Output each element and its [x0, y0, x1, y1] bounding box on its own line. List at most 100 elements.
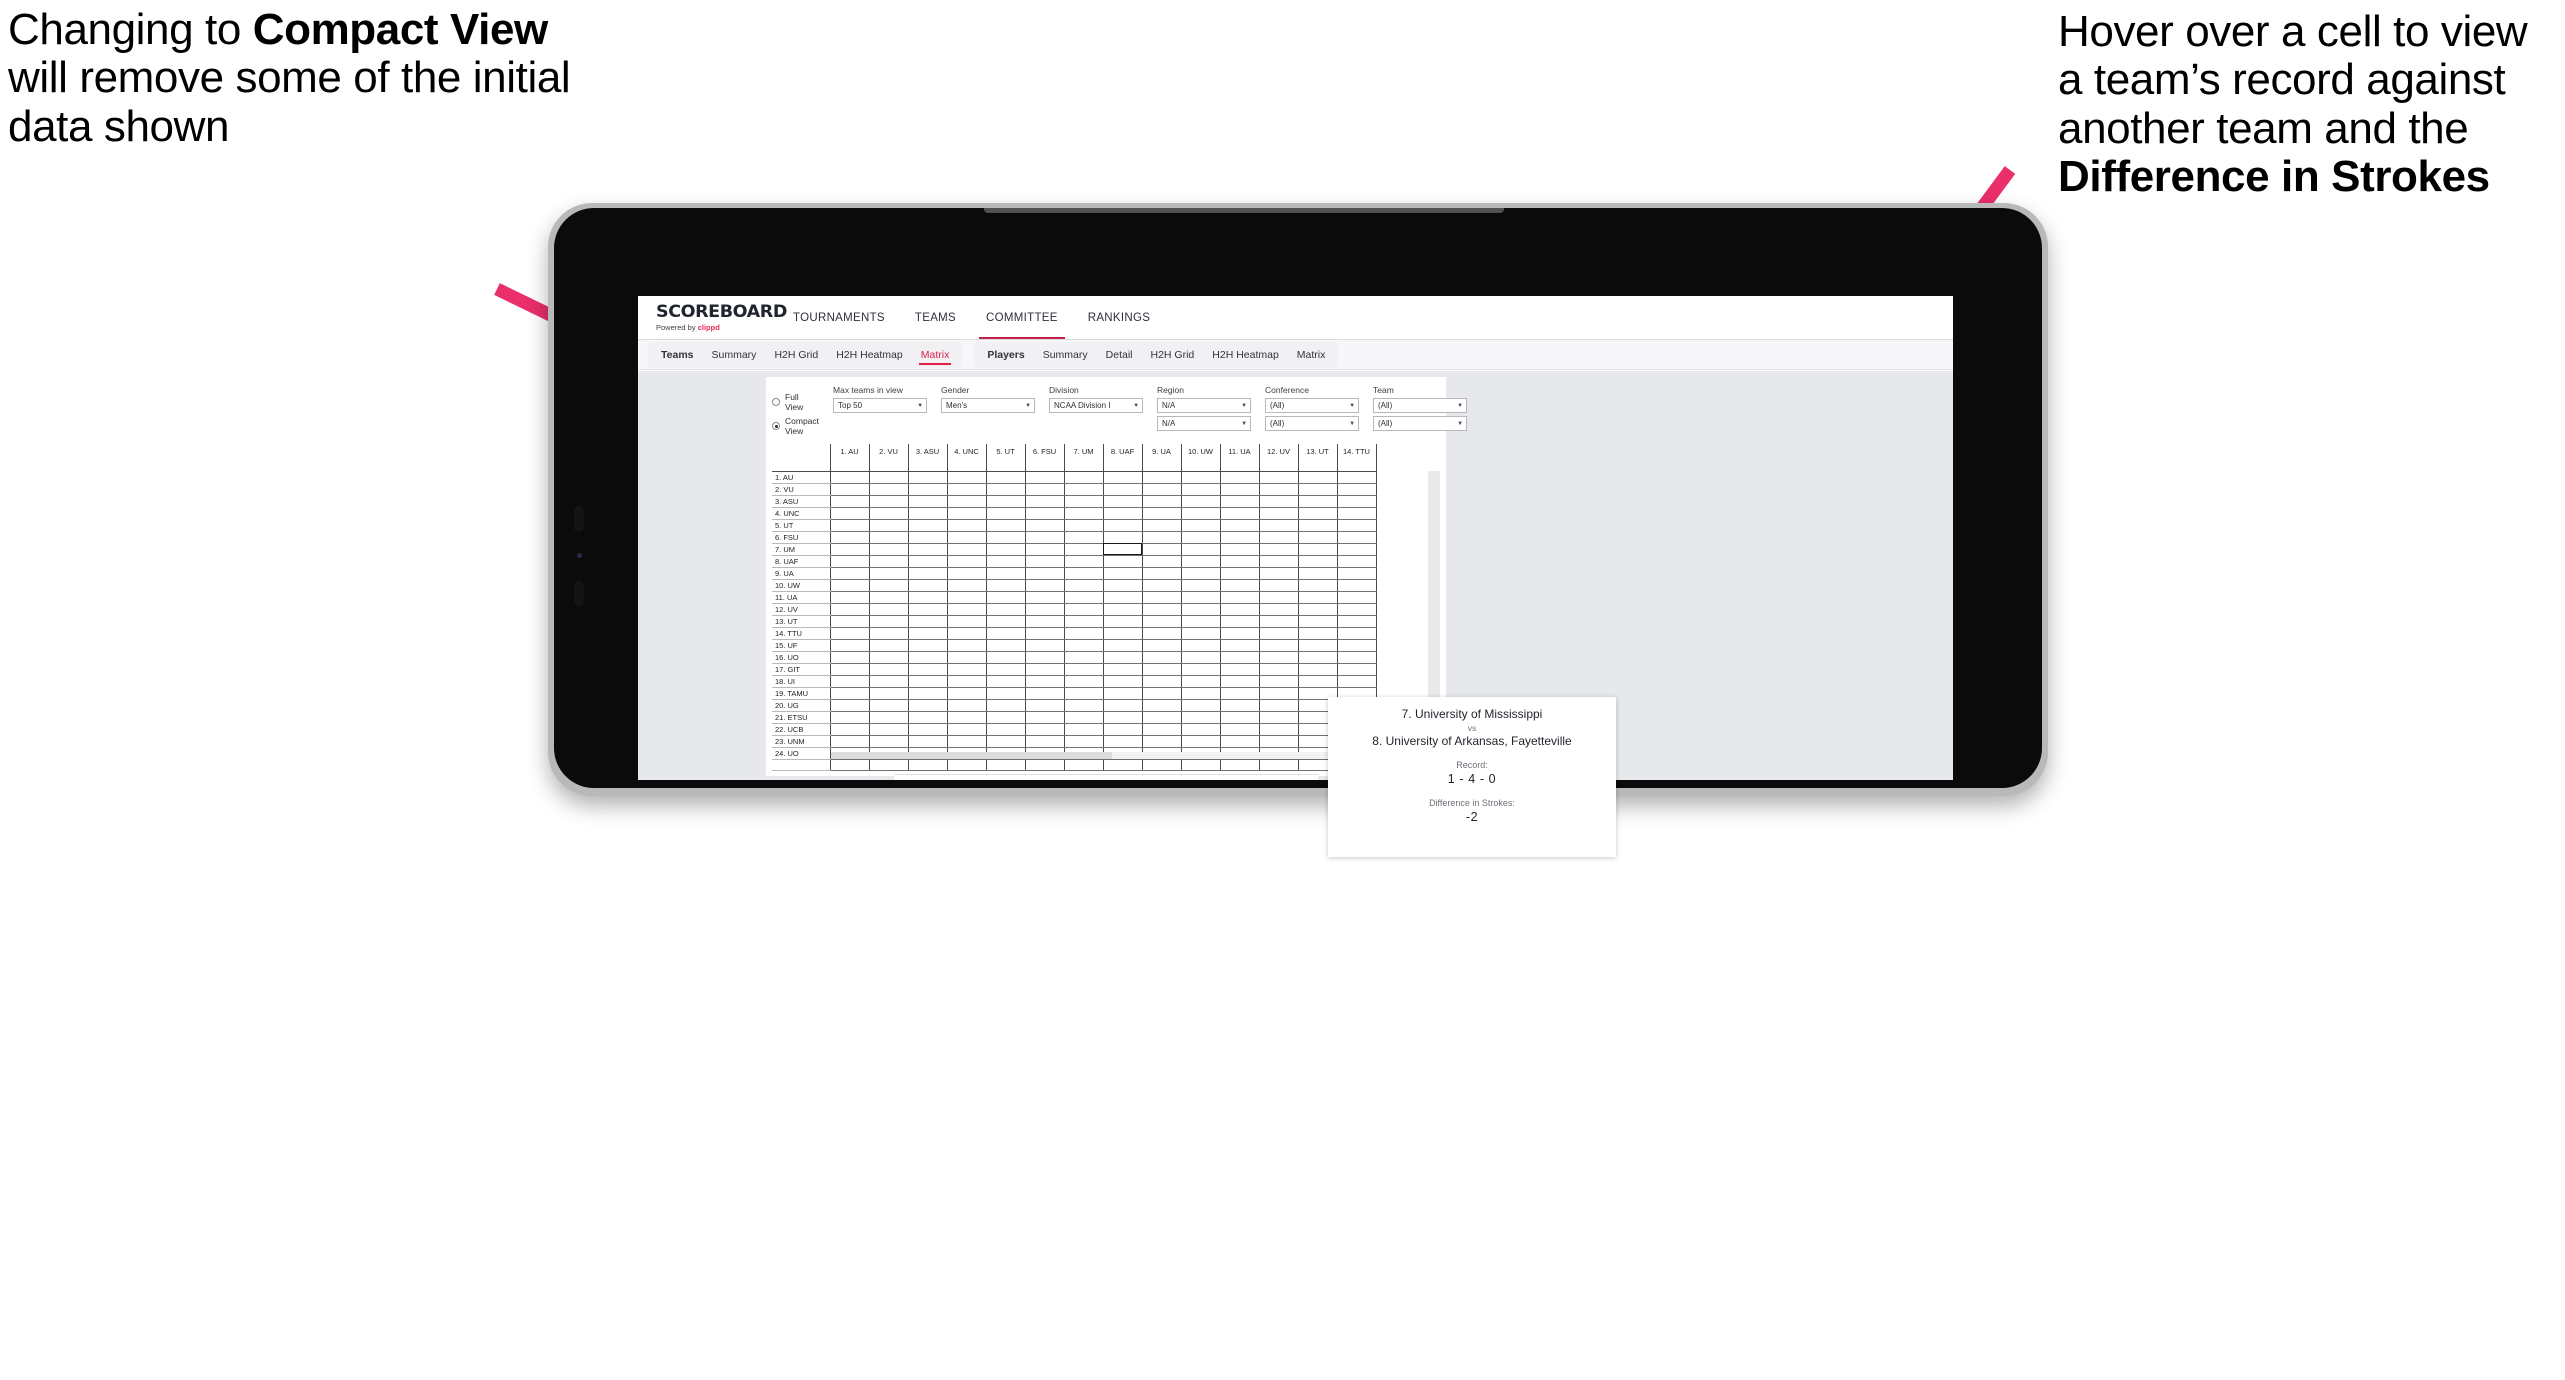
matrix-cell[interactable]: [947, 675, 987, 688]
matrix-cell[interactable]: [1259, 675, 1299, 688]
region-select-2[interactable]: N/A ▼: [1157, 416, 1252, 431]
matrix-cell[interactable]: [1298, 543, 1338, 556]
matrix-cell[interactable]: [1298, 663, 1338, 676]
matrix-cell[interactable]: [1142, 699, 1182, 712]
matrix-cell[interactable]: [947, 555, 987, 568]
matrix-cell[interactable]: [1220, 603, 1260, 616]
matrix-cell[interactable]: [908, 723, 948, 736]
matrix-cell[interactable]: [908, 615, 948, 628]
matrix-cell[interactable]: [1337, 519, 1377, 532]
matrix-cell[interactable]: [1259, 495, 1299, 508]
matrix-column-header[interactable]: 12. UV: [1259, 444, 1299, 472]
matrix-cell[interactable]: [908, 687, 948, 700]
matrix-cell[interactable]: [1181, 627, 1221, 640]
matrix-cell[interactable]: [1298, 615, 1338, 628]
matrix-row-header[interactable]: 17. GIT: [772, 663, 831, 676]
gender-select[interactable]: Men's ▼: [941, 398, 1036, 413]
matrix-cell[interactable]: [986, 471, 1026, 484]
subnav-item-players-detail[interactable]: Detail: [1097, 342, 1142, 368]
matrix-cell[interactable]: [1337, 651, 1377, 664]
matrix-cell[interactable]: [1220, 591, 1260, 604]
matrix-cell[interactable]: [1142, 507, 1182, 520]
max-teams-select[interactable]: Top 50 ▼: [833, 398, 928, 413]
matrix-cell[interactable]: [947, 471, 987, 484]
matrix-row-header[interactable]: 9. UA: [772, 567, 831, 580]
matrix-cell[interactable]: [1142, 567, 1182, 580]
matrix-row-header[interactable]: 10. UW: [772, 579, 831, 592]
topnav-item-teams[interactable]: TEAMS: [900, 296, 971, 339]
matrix-cell[interactable]: [1298, 675, 1338, 688]
matrix-cell[interactable]: [869, 639, 909, 652]
matrix-cell[interactable]: [986, 519, 1026, 532]
matrix-cell[interactable]: [1220, 531, 1260, 544]
matrix-cell[interactable]: [1142, 735, 1182, 748]
matrix-cell[interactable]: [1259, 687, 1299, 700]
matrix-cell[interactable]: [869, 567, 909, 580]
matrix-cell[interactable]: [1337, 567, 1377, 580]
matrix-cell[interactable]: [1142, 519, 1182, 532]
matrix-cell[interactable]: [1064, 495, 1104, 508]
matrix-cell[interactable]: [830, 531, 870, 544]
matrix-cell[interactable]: [1064, 663, 1104, 676]
matrix-cell[interactable]: [1181, 687, 1221, 700]
matrix-cell[interactable]: [1025, 531, 1065, 544]
matrix-cell[interactable]: [830, 471, 870, 484]
matrix-cell[interactable]: [1181, 675, 1221, 688]
matrix-cell[interactable]: [1064, 579, 1104, 592]
redo-icon[interactable]: [921, 779, 934, 781]
matrix-cell[interactable]: [1259, 735, 1299, 748]
matrix-cell[interactable]: [1337, 603, 1377, 616]
matrix-cell[interactable]: [1220, 759, 1260, 772]
matrix-cell[interactable]: [986, 735, 1026, 748]
matrix-cell[interactable]: [1220, 495, 1260, 508]
matrix-cell[interactable]: [1220, 723, 1260, 736]
matrix-cell[interactable]: [1025, 495, 1065, 508]
matrix-row-header[interactable]: 21. ETSU: [772, 711, 831, 724]
matrix-cell[interactable]: [908, 759, 948, 772]
subnav-item-teams[interactable]: Teams: [652, 342, 703, 368]
matrix-cell[interactable]: [947, 543, 987, 556]
matrix-cell[interactable]: [830, 723, 870, 736]
matrix-cell[interactable]: [947, 711, 987, 724]
matrix-cell[interactable]: [947, 507, 987, 520]
matrix-cell[interactable]: [1103, 699, 1143, 712]
subnav-item-teams-h2h-heatmap[interactable]: H2H Heatmap: [827, 342, 912, 368]
matrix-cell[interactable]: [1142, 615, 1182, 628]
matrix-cell[interactable]: [947, 579, 987, 592]
matrix-row-header[interactable]: 14. TTU: [772, 627, 831, 640]
matrix-cell[interactable]: [1337, 507, 1377, 520]
matrix-row-header[interactable]: 7. UM: [772, 543, 831, 556]
matrix-cell[interactable]: [1337, 675, 1377, 688]
matrix-cell[interactable]: [1103, 615, 1143, 628]
matrix-cell[interactable]: [947, 651, 987, 664]
matrix-cell[interactable]: [947, 639, 987, 652]
matrix-cell[interactable]: [1181, 723, 1221, 736]
matrix-cell[interactable]: [1220, 579, 1260, 592]
matrix-cell[interactable]: [869, 735, 909, 748]
matrix-cell[interactable]: [830, 615, 870, 628]
matrix-cell[interactable]: [1025, 675, 1065, 688]
matrix-cell[interactable]: [908, 483, 948, 496]
radio-compact-view[interactable]: Compact View: [772, 416, 819, 436]
matrix-cell[interactable]: [1142, 675, 1182, 688]
matrix-cell[interactable]: [1142, 471, 1182, 484]
matrix-cell[interactable]: [1025, 543, 1065, 556]
matrix-cell[interactable]: [1025, 579, 1065, 592]
matrix-cell[interactable]: [1142, 723, 1182, 736]
matrix-cell[interactable]: [1181, 639, 1221, 652]
matrix-cell[interactable]: [1064, 519, 1104, 532]
matrix-cell[interactable]: [986, 543, 1026, 556]
matrix-cell[interactable]: [947, 483, 987, 496]
matrix-cell[interactable]: [1259, 651, 1299, 664]
region-select-1[interactable]: N/A ▼: [1157, 398, 1252, 413]
matrix-cell[interactable]: [908, 519, 948, 532]
matrix-cell[interactable]: [869, 471, 909, 484]
matrix-cell[interactable]: [1025, 507, 1065, 520]
history-icon[interactable]: [1008, 779, 1022, 781]
matrix-cell[interactable]: [1103, 639, 1143, 652]
matrix-cell[interactable]: [1025, 603, 1065, 616]
matrix-row-header[interactable]: 12. UV: [772, 603, 831, 616]
matrix-cell[interactable]: [830, 735, 870, 748]
matrix-cell[interactable]: [1142, 483, 1182, 496]
matrix-row-header[interactable]: 11. UA: [772, 591, 831, 604]
